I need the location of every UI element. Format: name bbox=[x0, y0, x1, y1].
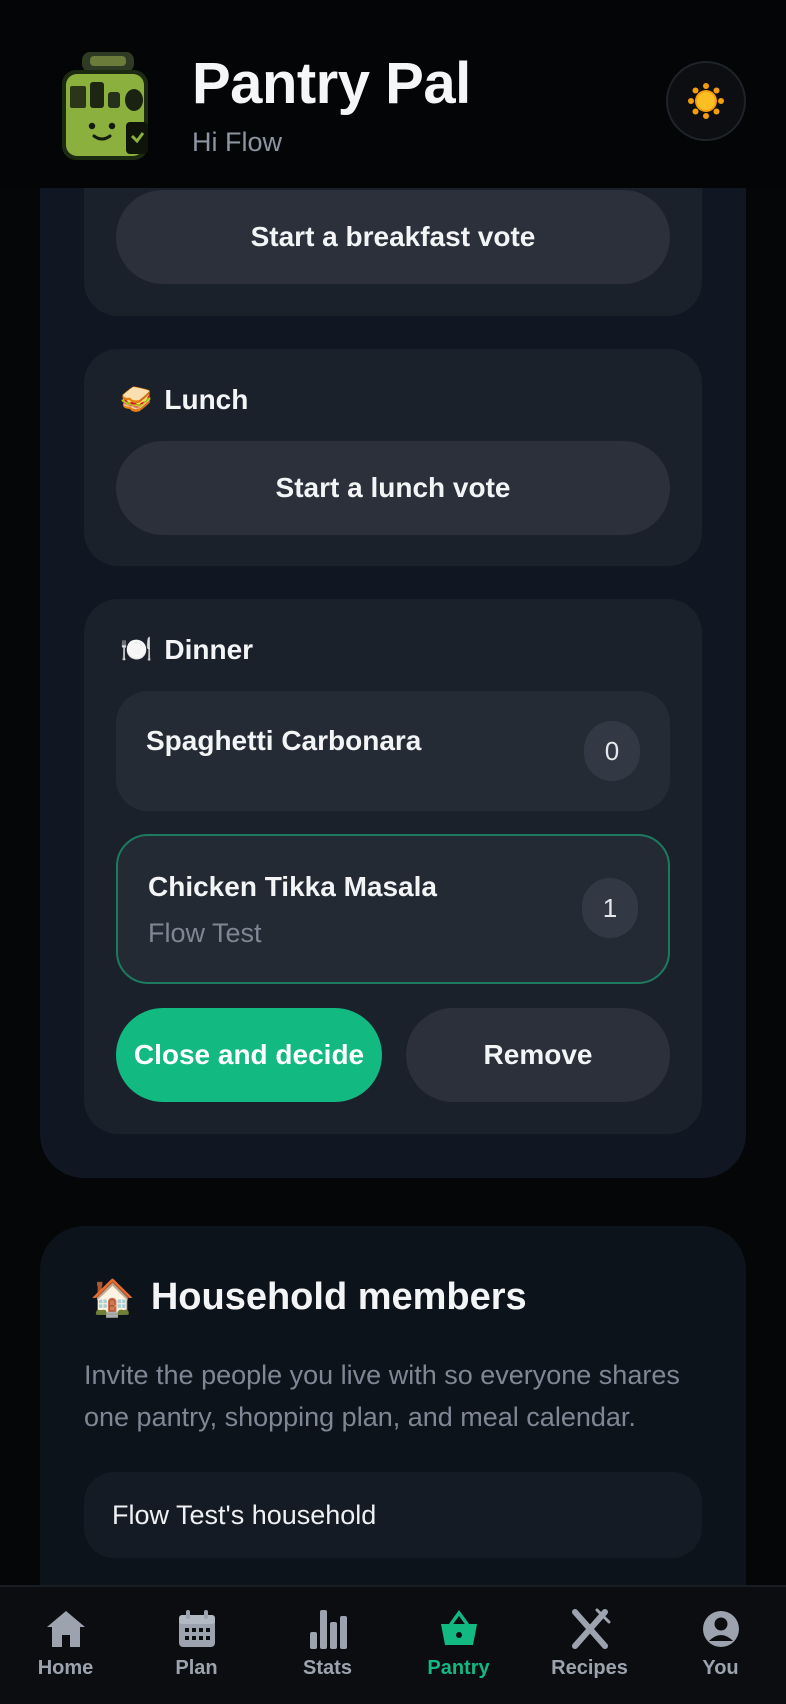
nav-label: Home bbox=[37, 1657, 94, 1679]
vote-count-badge: 0 bbox=[584, 721, 640, 781]
basket-icon bbox=[437, 1607, 481, 1651]
household-description: Invite the people you live with so every… bbox=[84, 1360, 680, 1432]
home-icon bbox=[44, 1607, 88, 1651]
nav-item-home[interactable]: Home bbox=[0, 1587, 131, 1704]
nav-item-you[interactable]: You bbox=[655, 1587, 786, 1704]
start-lunch-vote-button[interactable]: Start a lunch vote bbox=[116, 441, 670, 535]
calendar-icon bbox=[175, 1607, 219, 1651]
greeting-text: Hi Flow bbox=[192, 127, 283, 157]
start-breakfast-vote-button[interactable]: Start a breakfast vote bbox=[116, 190, 670, 284]
vote-option-chicken-tikka-masala[interactable]: Chicken Tikka Masala Flow Test 1 bbox=[116, 834, 670, 984]
pantry-pal-logo bbox=[58, 52, 158, 162]
nav-item-pantry[interactable]: Pantry bbox=[393, 1587, 524, 1704]
app-screen: Start a breakfast vote 🥪 Lunch Start a l… bbox=[0, 0, 786, 1704]
nav-item-stats[interactable]: Stats bbox=[262, 1587, 393, 1704]
sun-icon bbox=[688, 83, 724, 119]
household-card: 🏠 Household members Invite the people yo… bbox=[40, 1226, 746, 1646]
lunch-card: 🥪 Lunch Start a lunch vote bbox=[84, 349, 702, 566]
nav-item-recipes[interactable]: Recipes bbox=[524, 1587, 655, 1704]
vote-option-spaghetti-carbonara[interactable]: Spaghetti Carbonara 0 bbox=[116, 691, 670, 811]
option-voters: Flow Test bbox=[148, 918, 262, 948]
user-icon bbox=[699, 1607, 743, 1651]
nav-label: You bbox=[702, 1657, 739, 1679]
dinner-title: Dinner bbox=[164, 634, 254, 665]
bar-chart-icon bbox=[306, 1607, 350, 1651]
close-and-decide-button[interactable]: Close and decide bbox=[116, 1008, 382, 1102]
dinner-heading: 🍽️ Dinner bbox=[120, 634, 253, 666]
app-title: Pantry Pal bbox=[192, 51, 471, 116]
household-heading: 🏠 Household members bbox=[90, 1276, 527, 1319]
option-name: Spaghetti Carbonara bbox=[146, 725, 422, 756]
household-title: Household members bbox=[150, 1276, 527, 1318]
app-header: Pantry Pal Hi Flow bbox=[0, 0, 786, 188]
lunch-title: Lunch bbox=[164, 384, 249, 415]
nav-label: Stats bbox=[303, 1657, 352, 1679]
lunch-heading: 🥪 Lunch bbox=[120, 384, 248, 416]
bottom-navigation: Home Plan Stats Pantry Recipes You bbox=[0, 1585, 786, 1704]
remove-button[interactable]: Remove bbox=[406, 1008, 670, 1102]
sandwich-icon: 🥪 bbox=[120, 385, 153, 415]
nav-label: Pantry bbox=[427, 1657, 490, 1679]
nav-label: Plan bbox=[175, 1657, 218, 1679]
household-name-field[interactable]: Flow Test's household bbox=[84, 1472, 702, 1558]
utensils-icon bbox=[568, 1607, 612, 1651]
vote-count-badge: 1 bbox=[582, 878, 638, 938]
nav-item-plan[interactable]: Plan bbox=[131, 1587, 262, 1704]
house-icon: 🏠 bbox=[90, 1277, 135, 1319]
theme-toggle-button[interactable] bbox=[666, 61, 746, 141]
option-name: Chicken Tikka Masala bbox=[148, 871, 437, 902]
nav-label: Recipes bbox=[551, 1657, 628, 1679]
plate-icon: 🍽️ bbox=[120, 635, 153, 665]
